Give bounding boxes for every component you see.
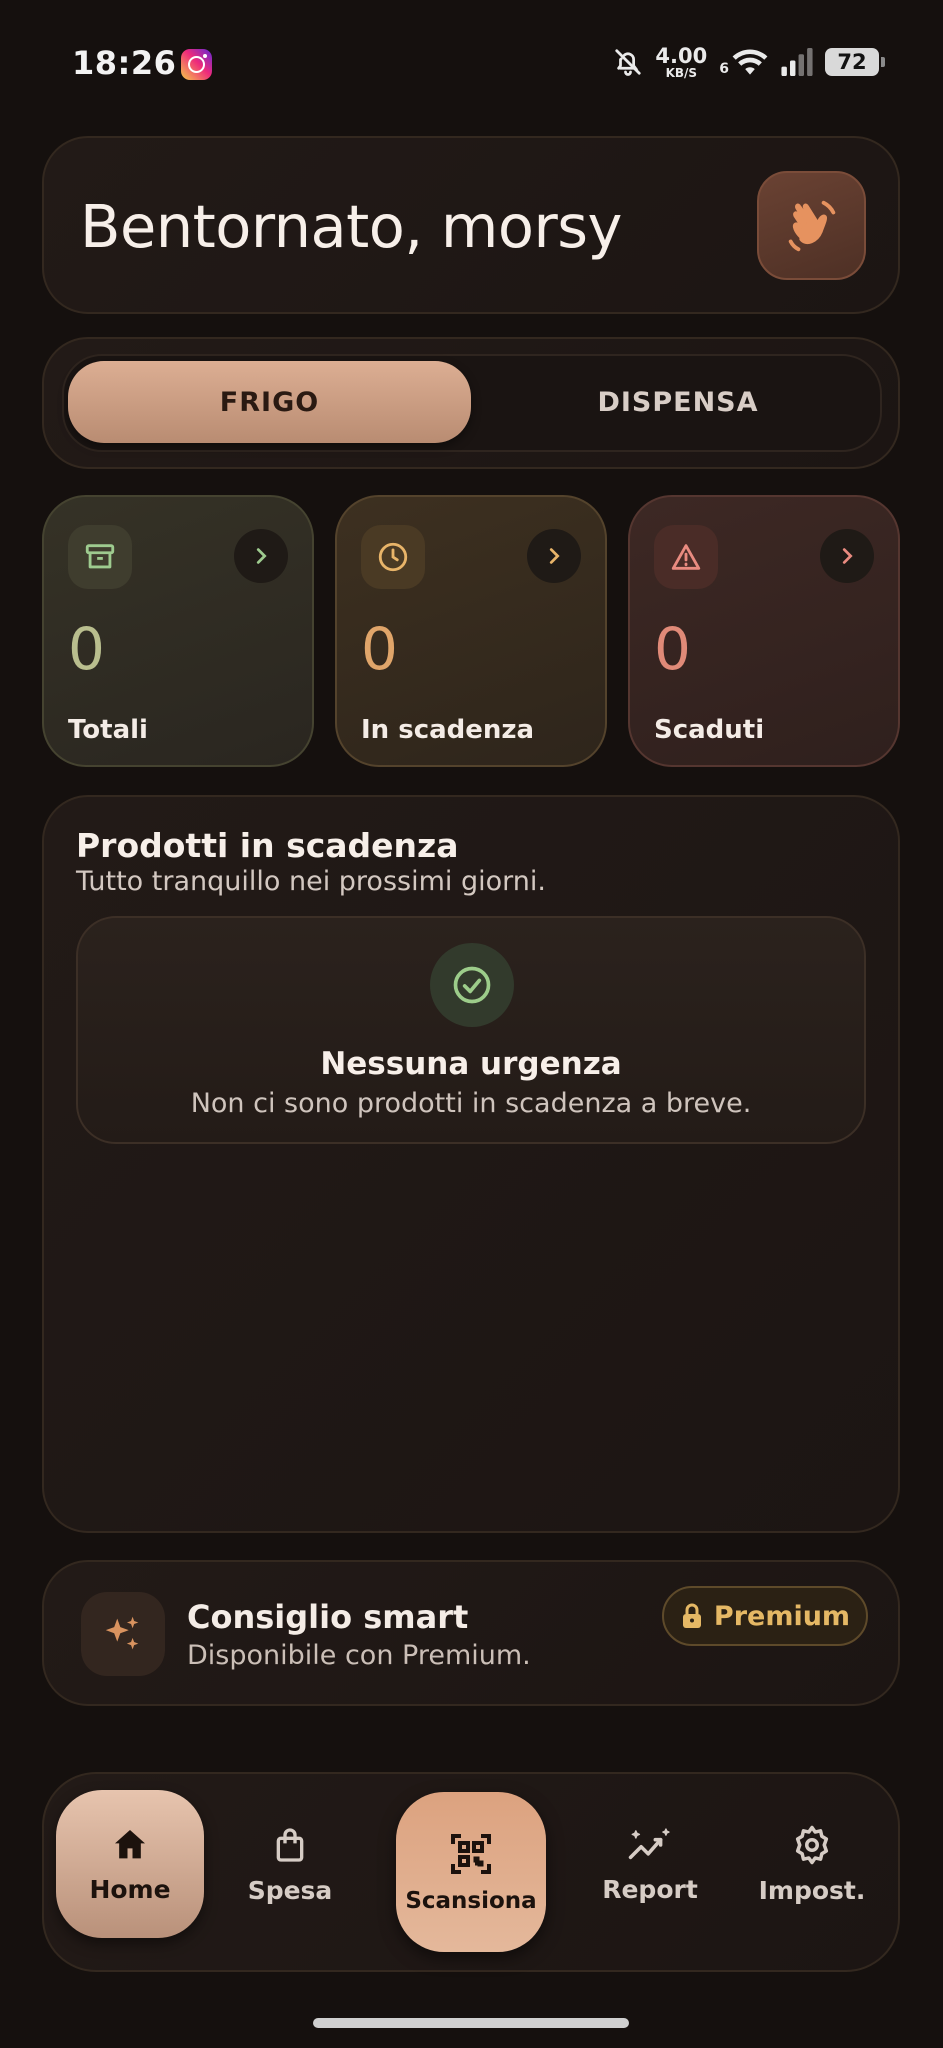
wifi-label: 6 — [719, 61, 729, 77]
lock-icon — [682, 1603, 701, 1628]
expiring-subtitle: Tutto tranquillo nei prossimi giorni. — [76, 866, 546, 897]
network-speed: 4.00 KB/S — [655, 43, 708, 80]
stat-label: Scaduti — [654, 715, 765, 745]
nav-scansiona[interactable]: Scansiona — [396, 1792, 546, 1952]
nav-label: Scansiona — [405, 1888, 537, 1914]
clock-icon — [361, 525, 425, 589]
speed-value: 4.00 — [655, 43, 708, 68]
qr-scan-icon — [451, 1834, 491, 1874]
stat-card-totali[interactable]: 0 Totali — [42, 495, 314, 767]
stat-card-scaduti[interactable]: 0 Scaduti — [628, 495, 900, 767]
signal-icon — [781, 48, 813, 76]
tab-frigo[interactable]: FRIGO — [68, 361, 471, 443]
wifi-icon — [732, 49, 768, 75]
chevron-right-icon — [820, 529, 874, 583]
empty-state-title: Nessuna urgenza — [320, 1046, 622, 1082]
wifi-indicator: 6 — [719, 47, 769, 77]
gear-icon — [795, 1825, 829, 1864]
nav-label: Report — [602, 1874, 698, 1904]
chevron-right-icon — [527, 529, 581, 583]
chevron-right-icon — [234, 529, 288, 583]
sparkles-icon — [81, 1592, 165, 1676]
nav-label: Spesa — [247, 1875, 333, 1905]
smart-tip-subtitle: Disponibile con Premium. — [187, 1640, 531, 1671]
stat-card-in-scadenza[interactable]: 0 In scadenza — [335, 495, 607, 767]
gesture-home-bar[interactable] — [313, 2018, 629, 2028]
tab-dispensa[interactable]: DISPENSA — [480, 361, 876, 443]
instagram-icon — [181, 49, 212, 80]
nav-impostazioni[interactable]: Impost. — [742, 1790, 882, 1938]
expiring-products-card — [42, 795, 900, 1533]
battery-icon: 72 — [825, 48, 885, 76]
status-time: 18:26 — [72, 44, 177, 82]
nav-home[interactable]: Home — [56, 1790, 204, 1938]
stat-value: 0 — [654, 615, 691, 683]
premium-label: Premium — [713, 1600, 851, 1632]
expiring-title: Prodotti in scadenza — [76, 826, 459, 865]
stat-value: 0 — [361, 615, 398, 683]
stat-label: Totali — [68, 715, 148, 745]
trend-sparkle-icon — [628, 1827, 670, 1859]
premium-badge-button[interactable]: Premium — [662, 1586, 868, 1646]
wave-button[interactable] — [757, 171, 866, 280]
home-icon — [115, 1829, 145, 1858]
stat-label: In scadenza — [361, 715, 535, 745]
waving-hand-icon — [788, 200, 835, 251]
nav-report[interactable]: Report — [580, 1790, 720, 1938]
empty-state-subtitle: Non ci sono prodotti in scadenza a breve… — [190, 1088, 752, 1119]
smart-tip-title: Consiglio smart — [187, 1598, 469, 1636]
welcome-title: Bentornato, morsy — [80, 192, 622, 261]
speed-unit: KB/S — [665, 65, 698, 80]
nav-label: Home — [89, 1874, 171, 1904]
warning-icon — [654, 525, 718, 589]
nav-spesa[interactable]: Spesa — [220, 1790, 360, 1938]
status-icons: 4.00 KB/S 6 72 — [613, 42, 885, 82]
nav-label: Impost. — [758, 1875, 866, 1905]
archive-box-icon — [68, 525, 132, 589]
shopping-bag-icon — [276, 1827, 304, 1862]
bell-muted-icon — [615, 49, 642, 76]
stat-value: 0 — [68, 615, 105, 683]
check-circle-icon — [430, 943, 514, 1027]
